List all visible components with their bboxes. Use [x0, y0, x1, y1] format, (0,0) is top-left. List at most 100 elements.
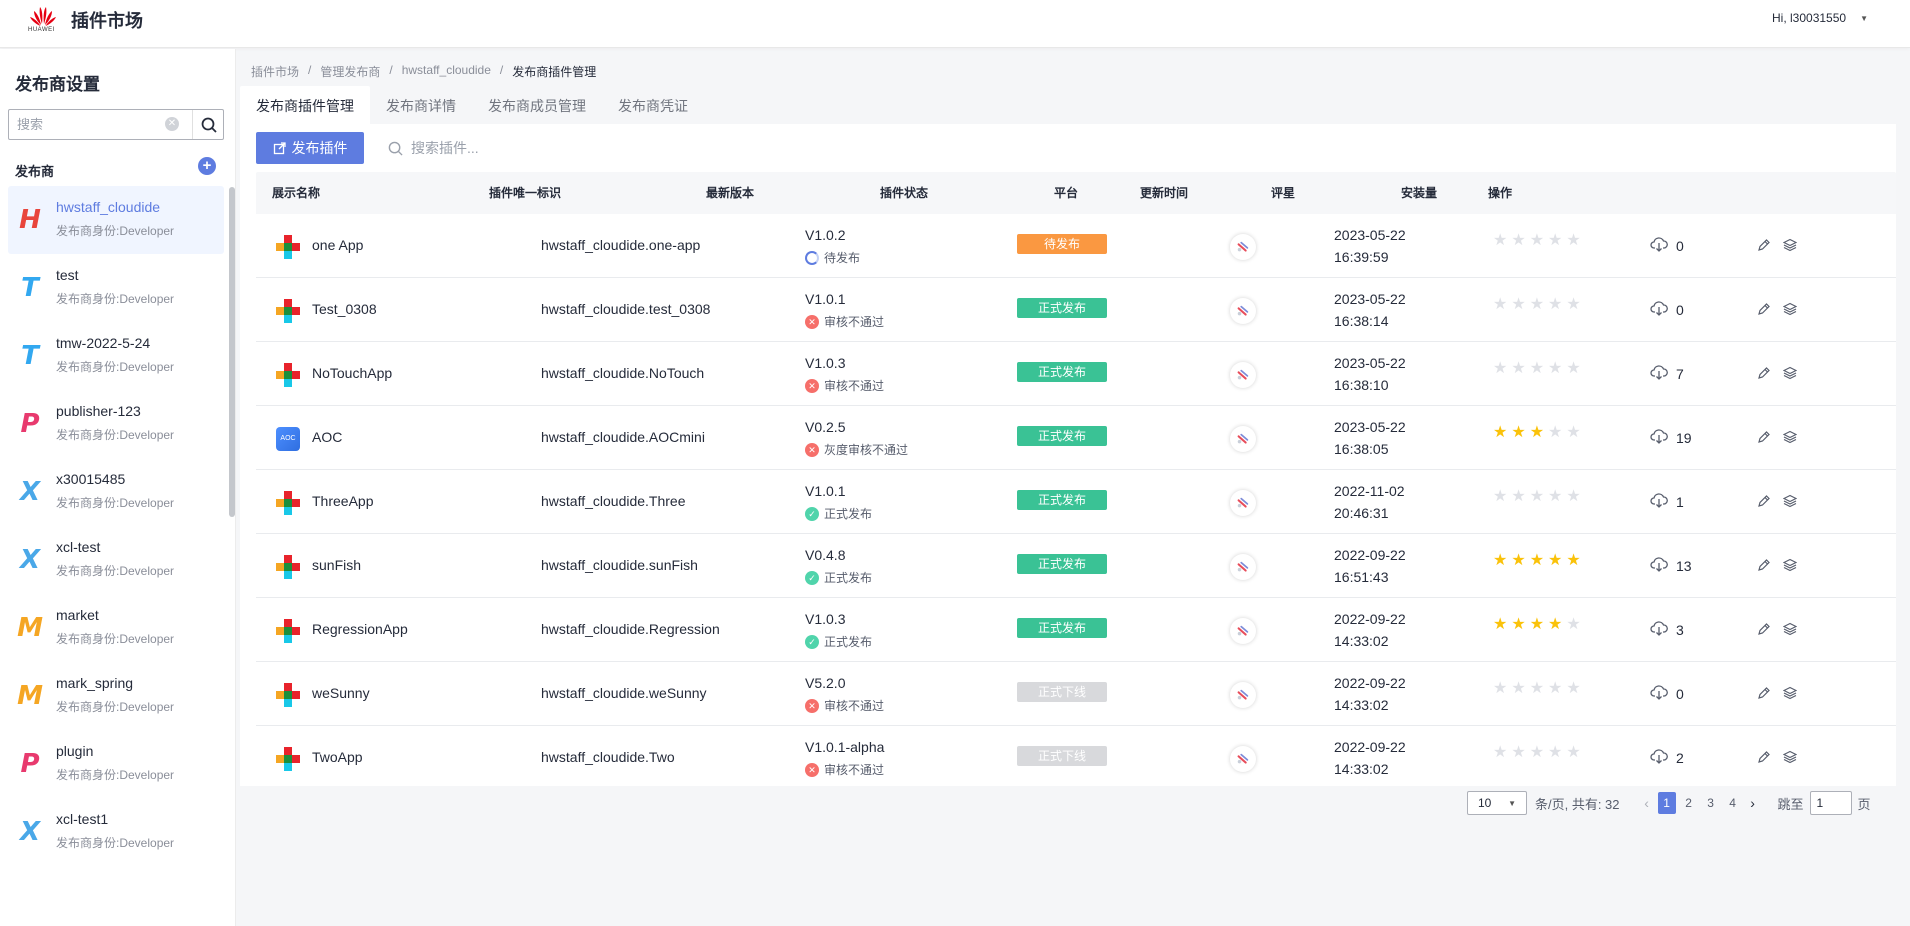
versions-layers-icon[interactable] — [1782, 430, 1798, 447]
publisher-item[interactable]: Xxcl-test 发布商身份:Developer — [8, 526, 224, 594]
sidebar-scrollbar[interactable] — [229, 187, 235, 517]
publisher-item[interactable]: Xx30015485 发布商身份:Developer — [8, 458, 224, 526]
platform-icon — [1230, 298, 1256, 324]
install-count: 13 — [1650, 556, 1692, 575]
publisher-item[interactable]: Ttest 发布商身份:Developer — [8, 254, 224, 322]
update-time: 14:33:02 — [1334, 633, 1389, 649]
add-publisher-button[interactable]: + — [198, 157, 216, 175]
publisher-item[interactable]: Mmark_spring 发布商身份:Developer — [8, 662, 224, 730]
star-icon: ★ — [1566, 616, 1581, 633]
breadcrumb-item[interactable]: 管理发布商 — [320, 63, 380, 80]
publisher-role: 发布商身份:Developer — [56, 292, 175, 306]
edit-icon[interactable] — [1757, 302, 1771, 319]
update-time: 16:38:14 — [1334, 313, 1389, 329]
publisher-name: test — [56, 267, 79, 283]
star-icon: ★ — [1493, 424, 1508, 441]
edit-icon[interactable] — [1757, 558, 1771, 575]
publisher-search-input[interactable] — [9, 110, 159, 139]
plugin-name[interactable]: weSunny — [312, 685, 370, 701]
edit-icon[interactable] — [1757, 366, 1771, 383]
update-time: 14:33:02 — [1334, 761, 1389, 777]
publisher-search: ✕ — [8, 109, 224, 140]
plugin-name[interactable]: AOC — [312, 429, 342, 445]
plugin-app-icon — [276, 299, 300, 323]
page-2[interactable]: 2 — [1680, 792, 1698, 814]
clear-icon[interactable]: ✕ — [165, 117, 179, 131]
edit-icon[interactable] — [1757, 494, 1771, 511]
version-status: 待发布 — [805, 249, 860, 266]
rating-stars: ★ ★ ★ ★ ★ — [1493, 616, 1581, 634]
version-status: ✓ 正式发布 — [805, 505, 872, 522]
edit-icon[interactable] — [1757, 622, 1771, 639]
plugin-name[interactable]: one App — [312, 237, 363, 253]
page-3[interactable]: 3 — [1702, 792, 1720, 814]
versions-layers-icon[interactable] — [1782, 622, 1798, 639]
publish-plugin-button[interactable]: 发布插件 — [256, 132, 364, 164]
tab-1[interactable]: 发布商插件管理 — [240, 86, 370, 124]
plugin-search-input[interactable] — [411, 140, 671, 156]
page-1[interactable]: 1 — [1657, 792, 1676, 814]
plugin-name[interactable]: TwoApp — [312, 749, 363, 765]
edit-icon[interactable] — [1757, 430, 1771, 447]
prev-page-icon[interactable]: ‹ — [1638, 795, 1656, 811]
edit-icon[interactable] — [1757, 686, 1771, 703]
version-status-text: 审核不通过 — [824, 379, 885, 393]
update-time: 16:51:43 — [1334, 569, 1389, 585]
versions-layers-icon[interactable] — [1782, 750, 1798, 767]
publisher-item[interactable]: Pplugin 发布商身份:Developer — [8, 730, 224, 798]
version-status-text: 正式发布 — [824, 571, 873, 585]
next-page-icon[interactable]: › — [1744, 795, 1762, 811]
versions-layers-icon[interactable] — [1782, 686, 1798, 703]
versions-layers-icon[interactable] — [1782, 366, 1798, 383]
update-date: 2023-05-22 — [1334, 291, 1406, 307]
star-icon: ★ — [1548, 552, 1563, 569]
plugin-name[interactable]: RegressionApp — [312, 621, 408, 637]
caret-down-icon[interactable]: ▼ — [1860, 14, 1868, 23]
versions-layers-icon[interactable] — [1782, 494, 1798, 511]
breadcrumb-item[interactable]: 插件市场 — [251, 63, 299, 80]
publisher-item[interactable]: Mmarket 发布商身份:Developer — [8, 594, 224, 662]
publisher-name: tmw-2022-5-24 — [56, 335, 151, 351]
row-actions — [1757, 622, 1798, 639]
versions-layers-icon[interactable] — [1782, 302, 1798, 319]
publisher-item[interactable]: Hhwstaff_cloudide 发布商身份:Developer — [8, 186, 224, 254]
plugin-name[interactable]: sunFish — [312, 557, 361, 573]
page-4[interactable]: 4 — [1724, 792, 1742, 814]
publisher-item[interactable]: Xxcl-test1 发布商身份:Developer — [8, 798, 224, 866]
check-icon: ✓ — [805, 570, 819, 585]
update-time: 16:38:10 — [1334, 377, 1389, 393]
download-cloud-icon — [1650, 428, 1668, 447]
plugin-name[interactable]: NoTouchApp — [312, 365, 392, 381]
tab-4[interactable]: 发布商凭证 — [602, 86, 704, 124]
versions-layers-icon[interactable] — [1782, 238, 1798, 255]
platform-icon — [1230, 618, 1256, 644]
publisher-avatar-icon: T — [21, 341, 39, 371]
plugin-version: V5.2.0 — [805, 675, 846, 691]
publisher-item[interactable]: Ppublisher-123 发布商身份:Developer — [8, 390, 224, 458]
plugin-id: hwstaff_cloudide.NoTouch — [541, 365, 705, 381]
status-badge: 正式下线 — [1017, 682, 1107, 702]
plugin-name[interactable]: Test_0308 — [312, 301, 377, 317]
tab-3[interactable]: 发布商成员管理 — [472, 86, 602, 124]
jump-page-input[interactable]: 1 — [1809, 791, 1852, 815]
plugin-id: hwstaff_cloudide.one-app — [541, 237, 701, 253]
publisher-item[interactable]: Ttmw-2022-5-24 发布商身份:Developer — [8, 322, 224, 390]
search-button[interactable] — [192, 110, 224, 139]
edit-icon[interactable] — [1757, 750, 1771, 767]
install-count: 0 — [1650, 300, 1684, 319]
tab-2[interactable]: 发布商详情 — [370, 86, 472, 124]
breadcrumb-item[interactable]: hwstaff_cloudide — [402, 63, 491, 80]
plugin-name[interactable]: ThreeApp — [312, 493, 373, 509]
page-size-select[interactable]: 10 ▼ — [1467, 791, 1527, 815]
star-icon: ★ — [1548, 488, 1563, 505]
publisher-list: Hhwstaff_cloudide 发布商身份:Developer Ttest 发布商… — [8, 186, 224, 866]
star-icon: ★ — [1493, 616, 1508, 633]
update-date: 2022-09-22 — [1334, 739, 1406, 755]
versions-layers-icon[interactable] — [1782, 558, 1798, 575]
update-date: 2023-05-22 — [1334, 355, 1406, 371]
row-actions — [1757, 238, 1798, 255]
breadcrumb-separator: / — [389, 63, 393, 77]
user-menu[interactable]: Hi, l30031550 ▼ — [1772, 11, 1868, 25]
edit-icon[interactable] — [1757, 238, 1771, 255]
download-cloud-icon — [1650, 492, 1668, 511]
